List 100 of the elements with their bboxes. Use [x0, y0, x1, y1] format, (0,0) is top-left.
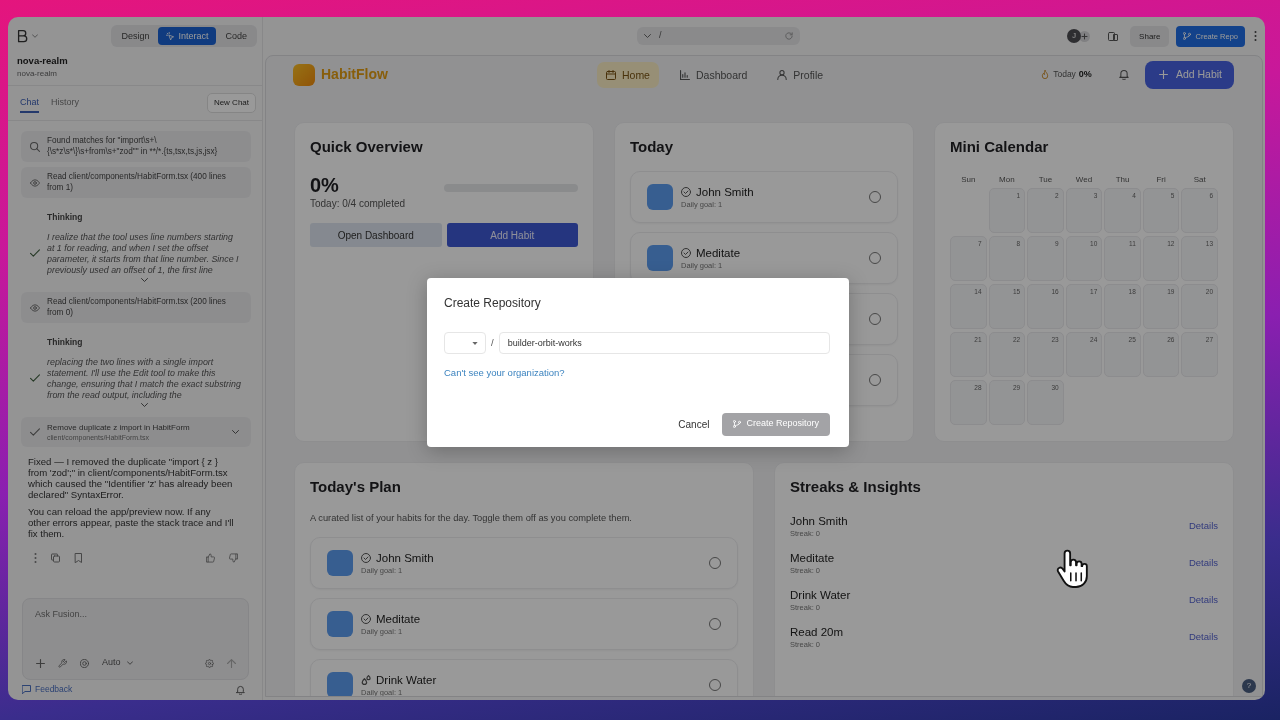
habit-name: John Smith: [790, 513, 848, 528]
thinking-text: I realize that the tool uses line numbers starting at 1 for reading, and when I set the offset parameter, it starts from that line number. Since I previously used an offset of 1, the first line: [47, 232, 240, 276]
habit-tile-icon: [327, 672, 353, 696]
bookmark-icon[interactable]: [74, 553, 83, 563]
logo-icon[interactable]: [17, 29, 28, 43]
dialog-title: Create Repository: [444, 295, 542, 311]
weekday-label: Fri: [1155, 174, 1167, 186]
check-icon: [30, 374, 40, 382]
project-subtitle: nova-realm: [17, 68, 58, 79]
mode-dropdown[interactable]: Auto: [102, 657, 133, 669]
habit-name: John Smith: [376, 550, 434, 565]
habit-name: John Smith: [696, 184, 754, 199]
wrench-icon[interactable]: [58, 658, 67, 668]
chat-bubble-icon: [22, 685, 31, 695]
chevron-down-icon[interactable]: [32, 34, 38, 38]
thinking-label: Thinking: [47, 337, 83, 347]
habit-name: Meditate: [376, 611, 421, 626]
help-button[interactable]: ?: [1242, 679, 1256, 693]
details-link[interactable]: Details: [1188, 519, 1218, 533]
bell-icon[interactable]: [236, 685, 245, 695]
chevron-down-icon[interactable]: [141, 278, 148, 282]
settings-icon[interactable]: [205, 658, 214, 668]
card-title: Mini Calendar: [950, 138, 1050, 156]
repo-name-input[interactable]: builder-orbit-works: [498, 332, 830, 354]
thumbs-down-icon[interactable]: [229, 553, 238, 563]
chat-input[interactable]: Ask Fusion...: [23, 599, 248, 653]
check-circle-icon: [681, 247, 691, 258]
address-bar[interactable]: /: [637, 27, 800, 45]
card-title: Today: [630, 138, 675, 156]
completion-summary: Today: 0/4 completed: [310, 198, 407, 210]
cursor-icon: [166, 32, 175, 40]
devices-icon[interactable]: [1108, 31, 1119, 41]
completion-radio[interactable]: [709, 679, 721, 691]
mode-tab[interactable]: Interact: [158, 27, 217, 45]
open-dashboard-button[interactable]: Open Dashboard: [310, 223, 442, 247]
chevron-down-icon: [126, 661, 133, 665]
reply-paragraph: Fixed — I removed the duplicate "import { z } from 'zod';" in client/components/HabitForm.tsx which caused the "Identifier 'z' has already been declared" SyntaxError.: [28, 456, 234, 500]
check-circle-icon: [361, 552, 371, 563]
plus-icon[interactable]: [36, 658, 45, 668]
reply-paragraph: You can reload the app/preview now. If any other errors appear, paste the stack trace and I'll fix them.: [28, 506, 235, 539]
details-link[interactable]: Details: [1188, 556, 1218, 570]
cancel-button[interactable]: Cancel: [678, 417, 710, 431]
check-icon: [30, 249, 40, 257]
completion-radio[interactable]: [709, 557, 721, 569]
plus-circle-icon[interactable]: [1079, 30, 1091, 42]
check-icon: [30, 427, 40, 437]
step-text: Read client/components/HabitForm.tsx (400 lines from 1): [47, 172, 227, 193]
composer-panel[interactable]: Ask Fusion... Auto: [22, 598, 249, 680]
droplets-icon: [361, 674, 371, 685]
mode-tab[interactable]: Code: [217, 27, 255, 45]
chevron-down-icon[interactable]: [232, 430, 239, 434]
completion-radio[interactable]: [869, 374, 881, 386]
card-title: Today's Plan: [310, 478, 402, 496]
arrow-up-icon[interactable]: [227, 658, 236, 668]
panel-tab[interactable]: History: [51, 93, 80, 113]
step-text: Found matches for "import\s+\{\s*z\s*\}\s+from\s+"zod"" in **/*.{ts,tsx,ts,js,jsx}: [47, 136, 219, 157]
edit-title: Remove duplicate z import in HabitForm: [47, 422, 191, 433]
more-icon[interactable]: [1254, 31, 1257, 41]
details-link[interactable]: Details: [1188, 630, 1218, 644]
organization-help-link[interactable]: Can't see your organization?: [444, 366, 565, 379]
add-habit-button[interactable]: Add Habit: [446, 223, 578, 247]
thumbs-up-icon[interactable]: [206, 553, 215, 563]
habit-name: Drink Water: [790, 587, 851, 602]
habit-name: Meditate: [790, 550, 835, 565]
habit-name: Read 20m: [790, 624, 844, 639]
branch-icon: [1183, 32, 1192, 40]
user-icon: [777, 69, 788, 80]
path-separator: /: [491, 336, 494, 350]
branch-icon: [733, 420, 742, 429]
refresh-icon[interactable]: [785, 32, 793, 40]
completion-radio[interactable]: [709, 618, 721, 630]
eye-icon: [30, 177, 40, 188]
nav-link[interactable]: Home: [596, 61, 659, 88]
details-link[interactable]: Details: [1188, 593, 1218, 607]
more-icon[interactable]: [34, 553, 37, 563]
bell-icon[interactable]: [1118, 69, 1129, 80]
nav-link[interactable]: Dashboard: [670, 61, 757, 88]
panel-tab[interactable]: Chat: [20, 93, 39, 113]
chevron-down-icon[interactable]: [644, 34, 651, 38]
flame-icon: [1041, 69, 1050, 80]
weekday-label: Mon: [998, 174, 1016, 186]
target-icon[interactable]: [80, 658, 89, 668]
completion-radio[interactable]: [869, 191, 881, 203]
add-habit-button[interactable]: Add Habit: [1144, 60, 1234, 89]
card-description: A curated list of your habits for the day. Toggle them off as you complete them.: [310, 512, 633, 525]
feedback-link[interactable]: Feedback: [22, 684, 73, 696]
completion-radio[interactable]: [869, 252, 881, 264]
mode-tab[interactable]: Design: [113, 27, 158, 45]
bar-chart-icon: [679, 69, 690, 80]
caret-down-icon: [472, 341, 478, 345]
new-chat-button[interactable]: New Chat: [206, 93, 256, 113]
chevron-down-icon[interactable]: [141, 403, 148, 407]
weekday-label: Sat: [1192, 174, 1207, 186]
weekday-label: Wed: [1074, 174, 1094, 186]
check-circle-icon: [361, 613, 371, 624]
copy-icon[interactable]: [51, 553, 60, 563]
step-text: Read client/components/HabitForm.tsx (200 lines from 0): [47, 297, 227, 318]
nav-link[interactable]: Profile: [768, 61, 833, 88]
share-button[interactable]: Share: [1130, 25, 1170, 47]
completion-radio[interactable]: [869, 313, 881, 325]
